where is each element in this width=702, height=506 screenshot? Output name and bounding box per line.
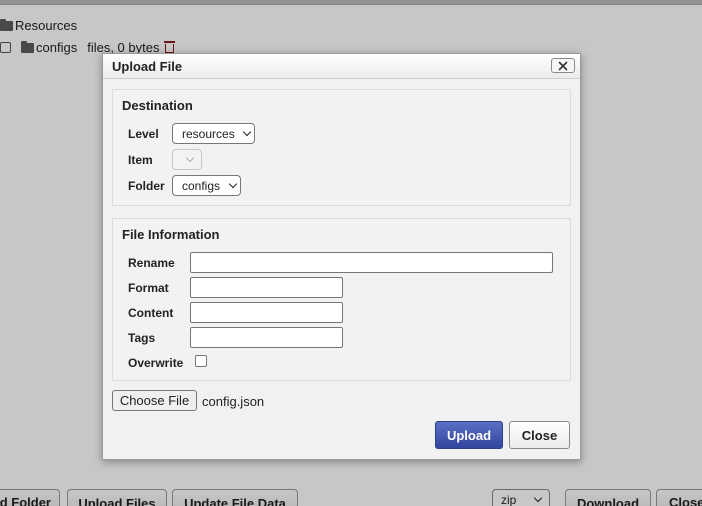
- dialog-title: Upload File: [112, 59, 183, 74]
- format-label: Format: [128, 281, 169, 295]
- folder-select[interactable]: configs: [172, 175, 241, 196]
- level-label: Level: [128, 127, 159, 141]
- choose-file-button[interactable]: Choose File: [112, 390, 197, 411]
- file-information-legend: File Information: [122, 227, 220, 242]
- close-button[interactable]: Close: [509, 421, 570, 449]
- chosen-file-name: config.json: [202, 394, 265, 409]
- upload-file-dialog: Upload File Destination Level resources …: [102, 53, 581, 460]
- content-label: Content: [128, 306, 174, 320]
- item-select[interactable]: [172, 149, 202, 170]
- tags-label: Tags: [128, 331, 156, 345]
- content-input[interactable]: [190, 302, 343, 323]
- format-input[interactable]: [190, 277, 343, 298]
- level-select[interactable]: resources: [172, 123, 255, 144]
- item-label: Item: [128, 153, 153, 167]
- chevron-down-icon: [242, 127, 252, 137]
- tags-input[interactable]: [190, 327, 343, 348]
- dialog-close-x-button[interactable]: [551, 58, 575, 73]
- overwrite-label: Overwrite: [128, 356, 184, 370]
- upload-button[interactable]: Upload: [435, 421, 503, 449]
- chevron-down-icon: [228, 179, 238, 189]
- rename-input[interactable]: [190, 252, 553, 273]
- rename-label: Rename: [128, 256, 175, 270]
- chevron-down-icon: [185, 153, 195, 163]
- file-information-section: File Information Rename Format Content T…: [112, 218, 571, 381]
- close-icon: [558, 61, 568, 70]
- folder-select-value: configs: [182, 178, 221, 193]
- destination-section: Destination Level resources Item Folder …: [112, 89, 571, 206]
- level-select-value: resources: [182, 126, 235, 141]
- dialog-titlebar[interactable]: Upload File: [103, 54, 580, 79]
- overwrite-checkbox[interactable]: [195, 355, 207, 367]
- destination-legend: Destination: [122, 98, 193, 113]
- folder-label: Folder: [128, 179, 165, 193]
